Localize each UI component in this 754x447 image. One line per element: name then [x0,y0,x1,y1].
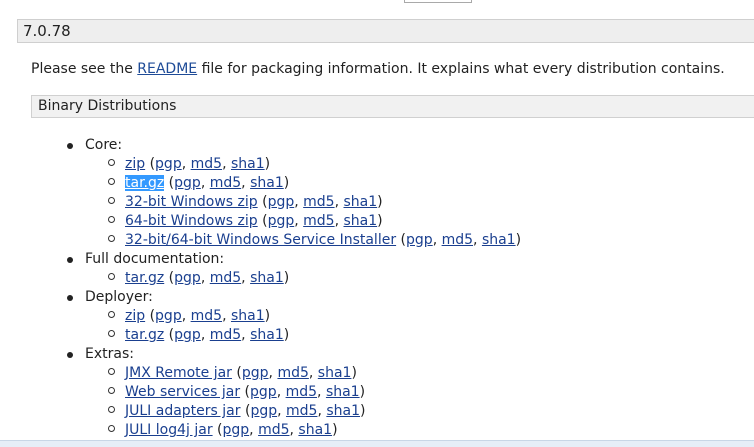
list-item: JULI adapters jar (pgp, md5, sha1) [125,403,366,419]
distribution-list: Core: zip (pgp, md5, sha1) tar.gz (pgp, … [0,0,754,446]
list-item: zip (pgp, md5, sha1) [125,156,271,172]
md5-link[interactable]: md5 [277,365,308,381]
pgp-link[interactable]: pgp [155,308,182,324]
pgp-link[interactable]: pgp [250,403,277,419]
md5-link[interactable]: md5 [442,232,473,248]
download-link[interactable]: tar.gz [125,270,164,286]
sha1-link[interactable]: sha1 [344,213,378,229]
section-label-core: Core: [85,137,123,153]
list-item: tar.gz (pgp, md5, sha1) [125,175,290,191]
section-label-extras: Extras: [85,346,134,362]
download-link[interactable]: Web services jar [125,384,240,400]
download-link[interactable]: 32-bit Windows zip [125,194,258,210]
md5-link[interactable]: md5 [210,270,241,286]
bullet-circle [108,330,115,337]
download-link[interactable]: JULI log4j jar [125,422,213,438]
md5-link[interactable]: md5 [303,213,334,229]
download-link[interactable]: zip [125,308,145,324]
download-link[interactable]: JMX Remote jar [125,365,232,381]
bullet-circle [108,387,115,394]
bullet-circle [108,311,115,318]
pgp-link[interactable]: pgp [250,384,277,400]
download-link[interactable]: 64-bit Windows zip [125,213,258,229]
list-item: zip (pgp, md5, sha1) [125,308,271,324]
pgp-link[interactable]: pgp [406,232,433,248]
bullet-disc [67,295,73,301]
pgp-link[interactable]: pgp [174,175,201,191]
download-link-selected[interactable]: tar.gz [125,175,165,191]
sha1-link[interactable]: sha1 [298,422,332,438]
pgp-link[interactable]: pgp [223,422,250,438]
sha1-link[interactable]: sha1 [250,175,284,191]
pgp-link[interactable]: pgp [155,156,182,172]
sha1-link[interactable]: sha1 [326,384,360,400]
sha1-link[interactable]: sha1 [250,270,284,286]
list-item: JULI log4j jar (pgp, md5, sha1) [125,422,338,438]
list-item: tar.gz (pgp, md5, sha1) [125,270,290,286]
section-label-docs: Full documentation: [85,251,225,267]
download-link[interactable]: tar.gz [125,327,164,343]
bullet-circle [108,159,115,166]
sha1-link[interactable]: sha1 [482,232,516,248]
bullet-circle [108,425,115,432]
bullet-circle [108,178,115,185]
list-item: Web services jar (pgp, md5, sha1) [125,384,366,400]
md5-link[interactable]: md5 [191,308,222,324]
bullet-circle [108,197,115,204]
download-link[interactable]: 32-bit/64-bit Windows Service Installer [125,232,396,248]
sha1-link[interactable]: sha1 [344,194,378,210]
md5-link[interactable]: md5 [303,194,334,210]
download-link[interactable]: zip [125,156,145,172]
md5-link[interactable]: md5 [191,156,222,172]
list-item: JMX Remote jar (pgp, md5, sha1) [125,365,357,381]
bullet-disc [67,257,73,263]
bullet-circle [108,273,115,280]
bullet-disc [67,352,73,358]
bullet-circle [108,216,115,223]
list-item: 32-bit/64-bit Windows Service Installer … [125,232,522,248]
sha1-link[interactable]: sha1 [318,365,352,381]
bullet-circle [108,406,115,413]
sha1-link[interactable]: sha1 [250,327,284,343]
md5-link[interactable]: md5 [286,384,317,400]
pgp-link[interactable]: pgp [174,327,201,343]
md5-link[interactable]: md5 [258,422,289,438]
sha1-link[interactable]: sha1 [231,156,265,172]
list-item: 32-bit Windows zip (pgp, md5, sha1) [125,194,383,210]
bullet-circle [108,368,115,375]
sha1-link[interactable]: sha1 [231,308,265,324]
md5-link[interactable]: md5 [210,327,241,343]
md5-link[interactable]: md5 [210,175,241,191]
bullet-disc [67,143,73,149]
list-item: tar.gz (pgp, md5, sha1) [125,327,290,343]
section-label-deployer: Deployer: [85,289,153,305]
pgp-link[interactable]: pgp [242,365,269,381]
md5-link[interactable]: md5 [286,403,317,419]
pgp-link[interactable]: pgp [174,270,201,286]
list-item: 64-bit Windows zip (pgp, md5, sha1) [125,213,383,229]
pgp-link[interactable]: pgp [268,213,295,229]
bullet-circle [108,235,115,242]
sha1-link[interactable]: sha1 [326,403,360,419]
download-link[interactable]: JULI adapters jar [125,403,241,419]
pgp-link[interactable]: pgp [268,194,295,210]
